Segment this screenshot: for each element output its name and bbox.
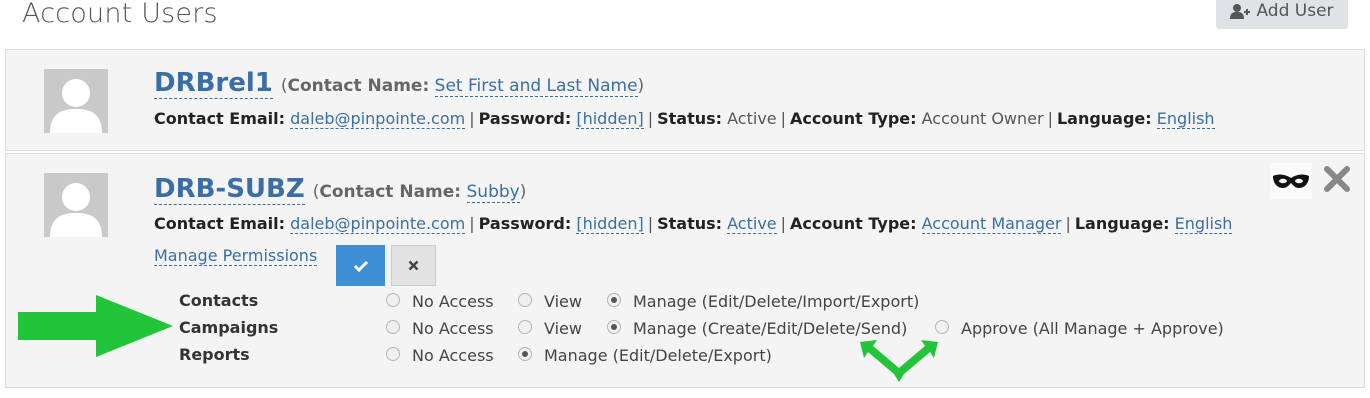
- language-label: Language:: [1056, 109, 1152, 128]
- account-type-label: Account Type:: [790, 109, 917, 128]
- cancel-button[interactable]: [391, 245, 436, 286]
- contact-name-label: Contact Name:: [319, 182, 462, 202]
- status-value[interactable]: Active: [727, 214, 777, 234]
- contacts-view-label: View: [544, 292, 582, 311]
- contacts-no-access-label: No Access: [412, 292, 494, 311]
- user-card: DRBrel1 (Contact Name: Set First and Last…: [5, 49, 1365, 151]
- confirm-button[interactable]: [336, 245, 385, 286]
- campaigns-no-access-label: No Access: [412, 319, 494, 338]
- email-value[interactable]: daleb@pinpointe.com: [290, 109, 466, 129]
- campaigns-no-access-radio[interactable]: [386, 320, 400, 334]
- perm-label-campaigns: Campaigns: [179, 318, 279, 337]
- default-avatar-icon: [44, 173, 108, 237]
- language-value[interactable]: English: [1174, 214, 1233, 234]
- email-label: Contact Email:: [154, 214, 286, 233]
- user-card: DRB-SUBZ (Contact Name: Subby) Contact Em…: [5, 153, 1365, 388]
- campaigns-approve-label: Approve (All Manage + Approve): [961, 319, 1224, 338]
- status-label: Status:: [657, 214, 723, 233]
- campaigns-manage-radio[interactable]: [607, 320, 621, 334]
- reports-manage-radio[interactable]: [518, 347, 532, 361]
- contact-name-label: Contact Name:: [287, 76, 430, 96]
- page-title: Account Users: [22, 0, 218, 29]
- x-icon: [408, 260, 419, 271]
- reports-no-access-radio[interactable]: [386, 347, 400, 361]
- language-label: Language:: [1074, 214, 1170, 233]
- campaigns-approve-radio[interactable]: [935, 320, 949, 334]
- add-user-button[interactable]: Add User: [1216, 0, 1348, 29]
- annotation-right-arrow-icon: [18, 295, 173, 357]
- campaigns-view-radio[interactable]: [518, 320, 532, 334]
- manage-permissions-link[interactable]: Manage Permissions: [154, 246, 318, 266]
- add-user-label: Add User: [1256, 0, 1334, 21]
- username[interactable]: DRB-SUBZ: [154, 174, 305, 205]
- user-plus-icon: [1230, 3, 1251, 19]
- status-label: Status:: [657, 109, 723, 128]
- password-label: Password:: [478, 109, 572, 128]
- reports-no-access-label: No Access: [412, 346, 494, 365]
- contact-name-value[interactable]: Subby: [466, 182, 520, 203]
- annotation-double-arrow-icon: [860, 340, 938, 382]
- account-type-value: Account Owner: [921, 109, 1044, 128]
- email-value[interactable]: daleb@pinpointe.com: [290, 214, 466, 234]
- checkmark-icon: [353, 260, 368, 272]
- account-type-value[interactable]: Account Manager: [921, 214, 1062, 234]
- campaigns-manage-label: Manage (Create/Edit/Delete/Send): [633, 319, 908, 338]
- campaigns-view-label: View: [544, 319, 582, 338]
- user-info-line: Contact Email: daleb@pinpointe.com | Passw…: [154, 109, 1215, 129]
- password-label: Password:: [478, 214, 572, 233]
- contacts-manage-radio[interactable]: [607, 293, 621, 307]
- password-value[interactable]: [hidden]: [576, 214, 644, 234]
- language-value[interactable]: English: [1156, 109, 1215, 129]
- contacts-no-access-radio[interactable]: [386, 293, 400, 307]
- perm-label-reports: Reports: [179, 345, 250, 364]
- account-type-label: Account Type:: [790, 214, 917, 233]
- status-value: Active: [727, 109, 777, 128]
- delete-user-close-icon[interactable]: [1322, 164, 1352, 194]
- default-avatar-icon: [44, 69, 108, 133]
- contact-name-value[interactable]: Set First and Last Name: [434, 76, 638, 97]
- user-info-line: Contact Email: daleb@pinpointe.com | Passw…: [154, 214, 1233, 234]
- contacts-view-radio[interactable]: [518, 293, 532, 307]
- avatar: [44, 69, 108, 133]
- email-label: Contact Email:: [154, 109, 286, 128]
- reports-manage-label: Manage (Edit/Delete/Export): [544, 346, 772, 365]
- username[interactable]: DRBrel1: [154, 68, 273, 99]
- password-value[interactable]: [hidden]: [576, 109, 644, 129]
- avatar: [44, 173, 108, 237]
- perm-label-contacts: Contacts: [179, 291, 259, 310]
- impersonate-mask-icon[interactable]: [1270, 163, 1312, 199]
- contacts-manage-label: Manage (Edit/Delete/Import/Export): [633, 292, 920, 311]
